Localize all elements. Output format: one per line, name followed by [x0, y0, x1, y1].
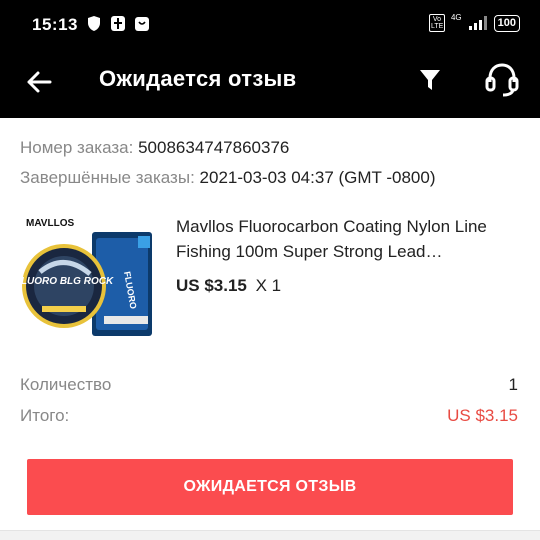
total-label: Итого: [20, 406, 70, 425]
page-title: Ожидается отзыв [99, 66, 297, 91]
volte-badge: Vo LTE [428, 14, 445, 32]
order-number-value: 5008634747860376 [138, 138, 290, 157]
quantity-value: 1 [508, 375, 518, 394]
status-notification-icons [86, 15, 150, 32]
vpn-icon [111, 16, 125, 31]
product-image[interactable]: MAVLLOS FLUORO FLUORO BLG ROCK [20, 212, 160, 340]
product-image-brand: MAVLLOS [26, 218, 74, 229]
product-image-spool-text: FLUORO BLG ROCK [20, 276, 114, 287]
quantity-row: Количество 1 [20, 375, 518, 395]
product-title[interactable]: Mavllos Fluorocarbon Coating Nylon Line … [176, 214, 521, 264]
shield-icon [88, 16, 100, 31]
product-quantity: X 1 [255, 276, 282, 295]
status-time: 15:13 [32, 15, 78, 34]
quantity-label: Количество [20, 375, 112, 394]
signal-icon [468, 16, 487, 30]
headset-icon[interactable] [482, 62, 522, 98]
completed-label: Завершённые заказы: [20, 168, 195, 187]
completed-date-row: Завершённые заказы: 2021-03-03 04:37 (GM… [20, 168, 435, 188]
shopping-bag-icon [135, 17, 149, 31]
status-bar: 15:13 Vo LTE 4G 100 [0, 0, 540, 50]
app-bar: Ожидается отзыв [0, 50, 540, 118]
awaiting-review-button[interactable]: ОЖИДАЕТСЯ ОТЗЫВ [27, 459, 513, 515]
completed-value: 2021-03-03 04:37 (GMT -0800) [199, 168, 436, 187]
battery-indicator: 100 [493, 14, 520, 32]
total-row: Итого: US $3.15 [20, 406, 518, 426]
network-type: 4G [450, 12, 462, 22]
order-number-row: Номер заказа: 5008634747860376 [20, 138, 289, 158]
section-divider [0, 530, 540, 540]
status-system-icons: Vo LTE 4G 100 [428, 12, 520, 32]
product-price-row: US $3.15 X 1 [176, 276, 281, 296]
product-price: US $3.15 [176, 276, 247, 295]
order-number-label: Номер заказа: [20, 138, 134, 157]
total-value: US $3.15 [447, 406, 518, 425]
back-arrow-icon[interactable] [24, 67, 54, 97]
filter-icon[interactable] [418, 67, 442, 93]
